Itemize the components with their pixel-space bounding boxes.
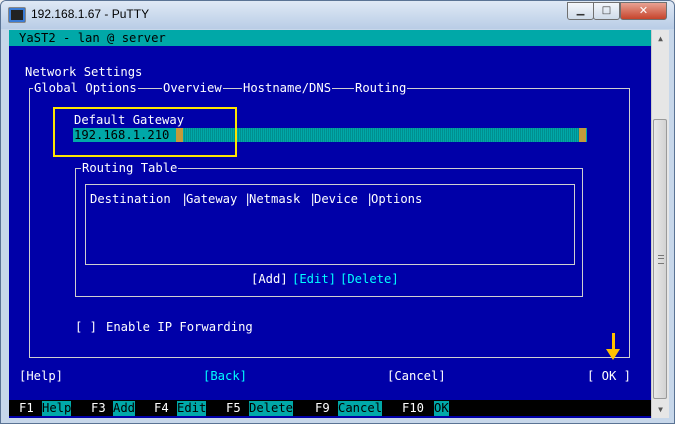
scroll-up-icon[interactable]: ▲ <box>652 30 669 47</box>
fkey-f1-label[interactable]: Help <box>42 401 72 416</box>
fkey-f9-label[interactable]: Cancel <box>338 401 383 416</box>
fkey-f5[interactable]: F5 <box>226 401 241 416</box>
ok-arrow-head-icon <box>606 349 620 360</box>
cancel-button[interactable]: [Cancel] <box>387 369 446 384</box>
column-netmask[interactable]: Netmask <box>249 192 300 207</box>
column-options[interactable]: Options <box>371 192 422 207</box>
help-button[interactable]: [Help] <box>19 369 63 384</box>
ip-forwarding-checkbox[interactable]: [ ] <box>75 320 97 335</box>
minimize-button[interactable]: ▁ <box>567 2 594 20</box>
yast-title: YaST2 - lan @ server <box>19 31 166 45</box>
ok-button[interactable]: [ OK ] <box>587 369 631 384</box>
scrollbar-thumb[interactable] <box>653 119 667 399</box>
column-gateway[interactable]: Gateway <box>186 192 237 207</box>
delete-button[interactable]: [Delete] <box>340 272 399 287</box>
add-button[interactable]: [Add] <box>251 272 288 287</box>
input-fill <box>177 128 583 142</box>
fkey-f3[interactable]: F3 <box>91 401 106 416</box>
fkey-f10[interactable]: F10 <box>402 401 424 416</box>
fkey-f5-label[interactable]: Delete <box>249 401 294 416</box>
yast-header-bar: YaST2 - lan @ server <box>9 30 651 46</box>
fkey-f9[interactable]: F9 <box>315 401 330 416</box>
fkey-f4[interactable]: F4 <box>154 401 169 416</box>
section-title: Network Settings <box>25 65 143 79</box>
fkey-f1[interactable]: F1 <box>19 401 34 416</box>
edit-button[interactable]: [Edit] <box>292 272 336 287</box>
grip-icon <box>658 255 664 264</box>
terminal-screen[interactable]: YaST2 - lan @ server Network Settings Gl… <box>9 30 651 418</box>
fkey-f4-label[interactable]: Edit <box>177 401 207 416</box>
tab-routing[interactable]: Routing <box>354 81 408 96</box>
gateway-highlight-box <box>53 107 237 157</box>
column-destination[interactable]: Destination <box>90 192 171 207</box>
scroll-down-icon[interactable]: ▼ <box>652 401 669 418</box>
tab-hostname-dns[interactable]: Hostname/DNS <box>242 81 333 96</box>
column-device[interactable]: Device <box>314 192 358 207</box>
tab-overview[interactable]: Overview <box>162 81 223 96</box>
back-button[interactable]: [Back] <box>203 369 247 384</box>
tab-global-options[interactable]: Global Options <box>33 81 138 96</box>
close-button[interactable]: ✕ <box>620 2 667 20</box>
window-titlebar[interactable]: 192.168.1.67 - PuTTY ▁ □ ✕ <box>1 1 674 29</box>
putty-icon <box>8 7 26 23</box>
putty-window: 192.168.1.67 - PuTTY ▁ □ ✕ YaST2 - lan @… <box>0 0 675 424</box>
fkey-f10-label[interactable]: OK <box>434 401 449 416</box>
window-title: 192.168.1.67 - PuTTY <box>31 7 150 21</box>
fkey-f3-label[interactable]: Add <box>113 401 136 416</box>
input-end-marker <box>579 128 586 142</box>
ip-forwarding-label[interactable]: Enable IP Forwarding <box>106 320 253 335</box>
maximize-button[interactable]: □ <box>593 2 620 20</box>
routing-table-title: Routing Table <box>81 161 179 176</box>
vertical-scrollbar[interactable]: ▲ ▼ <box>651 30 669 418</box>
function-key-bar: F1 Help F3 Add F4 Edit F5 Delete F9 Canc… <box>9 400 651 416</box>
